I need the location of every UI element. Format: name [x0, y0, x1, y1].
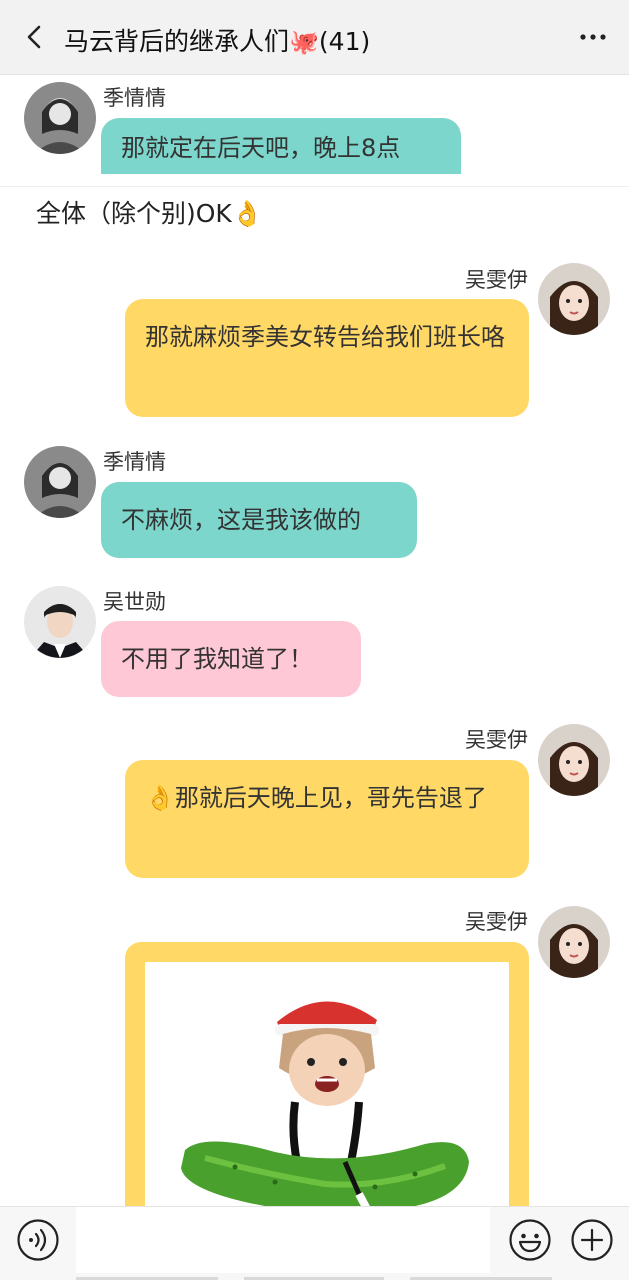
- more-options-icon[interactable]: [575, 22, 611, 52]
- input-bar: [0, 1206, 629, 1280]
- avatar[interactable]: [538, 724, 610, 796]
- back-arrow-icon[interactable]: [20, 22, 50, 52]
- sticker-message[interactable]: [125, 942, 529, 1206]
- member-count: (41): [318, 27, 371, 56]
- message-input[interactable]: [76, 1207, 490, 1273]
- chat-header: 马云背后的继承人们🐙(41): [0, 0, 629, 75]
- cucumber-sticker-icon: [181, 1001, 469, 1206]
- sender-name: 季情情: [103, 86, 166, 110]
- girl-avatar-icon: [538, 906, 610, 978]
- plus-icon[interactable]: [570, 1218, 614, 1262]
- sender-name: 吴雯伊: [465, 910, 528, 934]
- avatar[interactable]: [24, 446, 96, 518]
- avatar[interactable]: [538, 263, 610, 335]
- boy-avatar-icon: [24, 586, 96, 658]
- message-bubble[interactable]: 👌那就后天晚上见，哥先告退了: [125, 760, 529, 878]
- girl-avatar-icon: [538, 724, 610, 796]
- message-bubble[interactable]: 那就麻烦季美女转告给我们班长咯: [125, 299, 529, 417]
- divider: [0, 186, 629, 187]
- sender-name: 吴雯伊: [465, 268, 528, 292]
- chat-title: 马云背后的继承人们🐙(41): [64, 22, 370, 58]
- girl-avatar-icon: [538, 263, 610, 335]
- voice-input-icon[interactable]: [16, 1218, 60, 1262]
- sticker-image: [145, 962, 509, 1206]
- message-bubble[interactable]: 不麻烦，这是我该做的: [101, 482, 417, 558]
- message-list[interactable]: 季情情 那就定在后天吧，晚上8点 全体（除个别)OK👌 吴雯伊 那就麻烦季美女转…: [0, 76, 629, 1206]
- girl-avatar-icon: [24, 82, 96, 154]
- sender-name: 季情情: [103, 450, 166, 474]
- group-name: 马云背后的继承人们: [64, 27, 290, 56]
- sender-name: 吴世勋: [103, 590, 166, 614]
- emoji-icon[interactable]: [508, 1218, 552, 1262]
- message-bubble[interactable]: 不用了我知道了！: [101, 621, 361, 697]
- avatar[interactable]: [538, 906, 610, 978]
- avatar[interactable]: [24, 586, 96, 658]
- sender-name: 吴雯伊: [465, 728, 528, 752]
- avatar[interactable]: [24, 82, 96, 154]
- notice-text: 全体（除个别)OK👌: [36, 199, 263, 228]
- octopus-emoji-icon: 🐙: [289, 28, 319, 56]
- girl-avatar-icon: [24, 446, 96, 518]
- message-bubble[interactable]: 那就定在后天吧，晚上8点: [101, 118, 461, 174]
